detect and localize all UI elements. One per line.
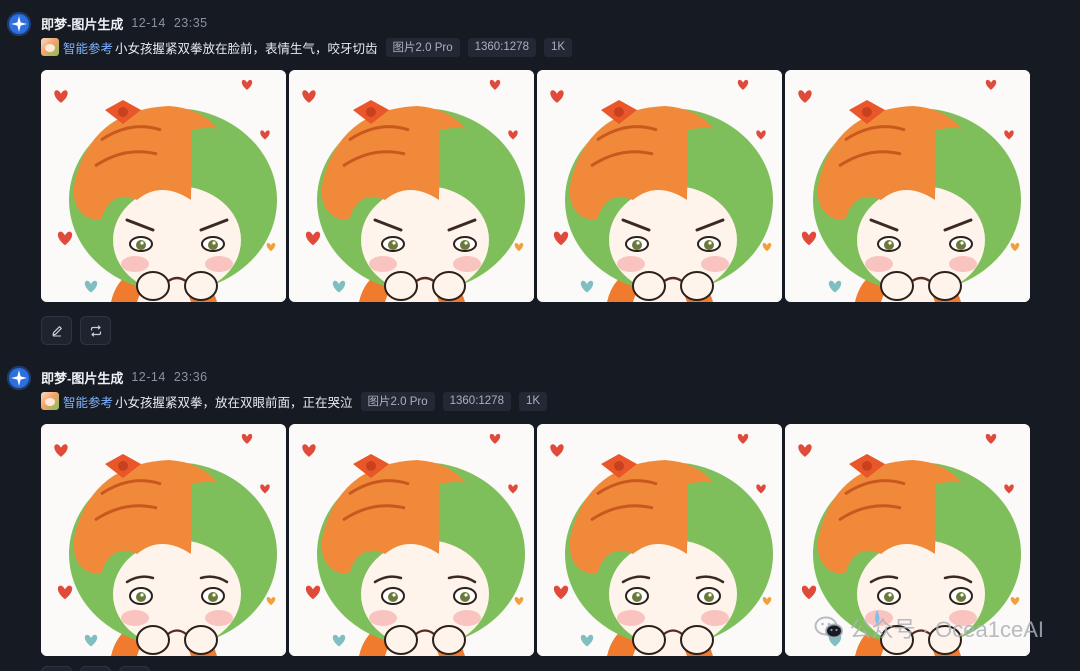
generated-image[interactable]: [289, 424, 534, 656]
message-actions-cropped: [41, 666, 150, 671]
smart-reference-label[interactable]: 智能参考: [63, 392, 113, 411]
bot-avatar-icon: [7, 366, 31, 390]
reference-thumbnail[interactable]: [41, 38, 59, 56]
generated-image[interactable]: [785, 70, 1030, 302]
message-actions: [41, 316, 111, 345]
prompt-row: 智能参考 小女孩握紧双拳放在脸前，表情生气，咬牙切齿 图片2.0 Pro 136…: [41, 36, 573, 58]
resolution-tag: 1K: [543, 37, 573, 57]
model-tag: 图片2.0 Pro: [385, 37, 460, 57]
bot-avatar-icon: [7, 12, 31, 36]
image-grid: [41, 70, 1030, 302]
watermark-text: 公众号 · Ocea1ceAI: [849, 617, 1044, 642]
generated-image[interactable]: [537, 424, 782, 656]
message-date: 12-14: [131, 16, 166, 30]
generated-image[interactable]: [289, 70, 534, 302]
message-header: 即梦-图片生成 12-14 23:36: [41, 367, 208, 387]
generated-image[interactable]: [537, 70, 782, 302]
message-time: 23:35: [173, 16, 208, 30]
edit-button[interactable]: [41, 316, 72, 345]
watermark: 公众号 · Ocea1ceAI: [814, 612, 1044, 644]
sender-name: 即梦-图片生成: [41, 370, 124, 386]
generated-image[interactable]: [41, 70, 286, 302]
pencil-icon: [51, 325, 62, 336]
resolution-tag: 1K: [518, 391, 548, 411]
sender-name: 即梦-图片生成: [41, 16, 124, 32]
prompt-text: 小女孩握紧双拳放在脸前，表情生气，咬牙切齿: [115, 41, 378, 56]
chat-feed: 即梦-图片生成 12-14 23:35 智能参考 小女孩握紧双拳放在脸前，表情生…: [0, 0, 1080, 671]
regenerate-button[interactable]: [80, 666, 111, 671]
edit-button[interactable]: [41, 666, 72, 671]
more-button[interactable]: [119, 666, 150, 671]
prompt-row: 智能参考 小女孩握紧双拳，放在双眼前面，正在哭泣 图片2.0 Pro 1360:…: [41, 390, 548, 412]
repeat-icon: [90, 324, 101, 337]
generated-image[interactable]: [41, 424, 286, 656]
model-tag: 图片2.0 Pro: [360, 391, 435, 411]
prompt-text: 小女孩握紧双拳，放在双眼前面，正在哭泣: [115, 395, 353, 410]
smart-reference-label[interactable]: 智能参考: [63, 38, 113, 57]
reference-thumbnail[interactable]: [41, 392, 59, 410]
message-time: 23:36: [173, 370, 208, 384]
ratio-tag: 1360:1278: [442, 391, 511, 411]
message-date: 12-14: [131, 370, 166, 384]
wechat-icon: [814, 615, 844, 641]
regenerate-button[interactable]: [80, 316, 111, 345]
message-header: 即梦-图片生成 12-14 23:35: [41, 13, 208, 33]
ratio-tag: 1360:1278: [467, 37, 536, 57]
